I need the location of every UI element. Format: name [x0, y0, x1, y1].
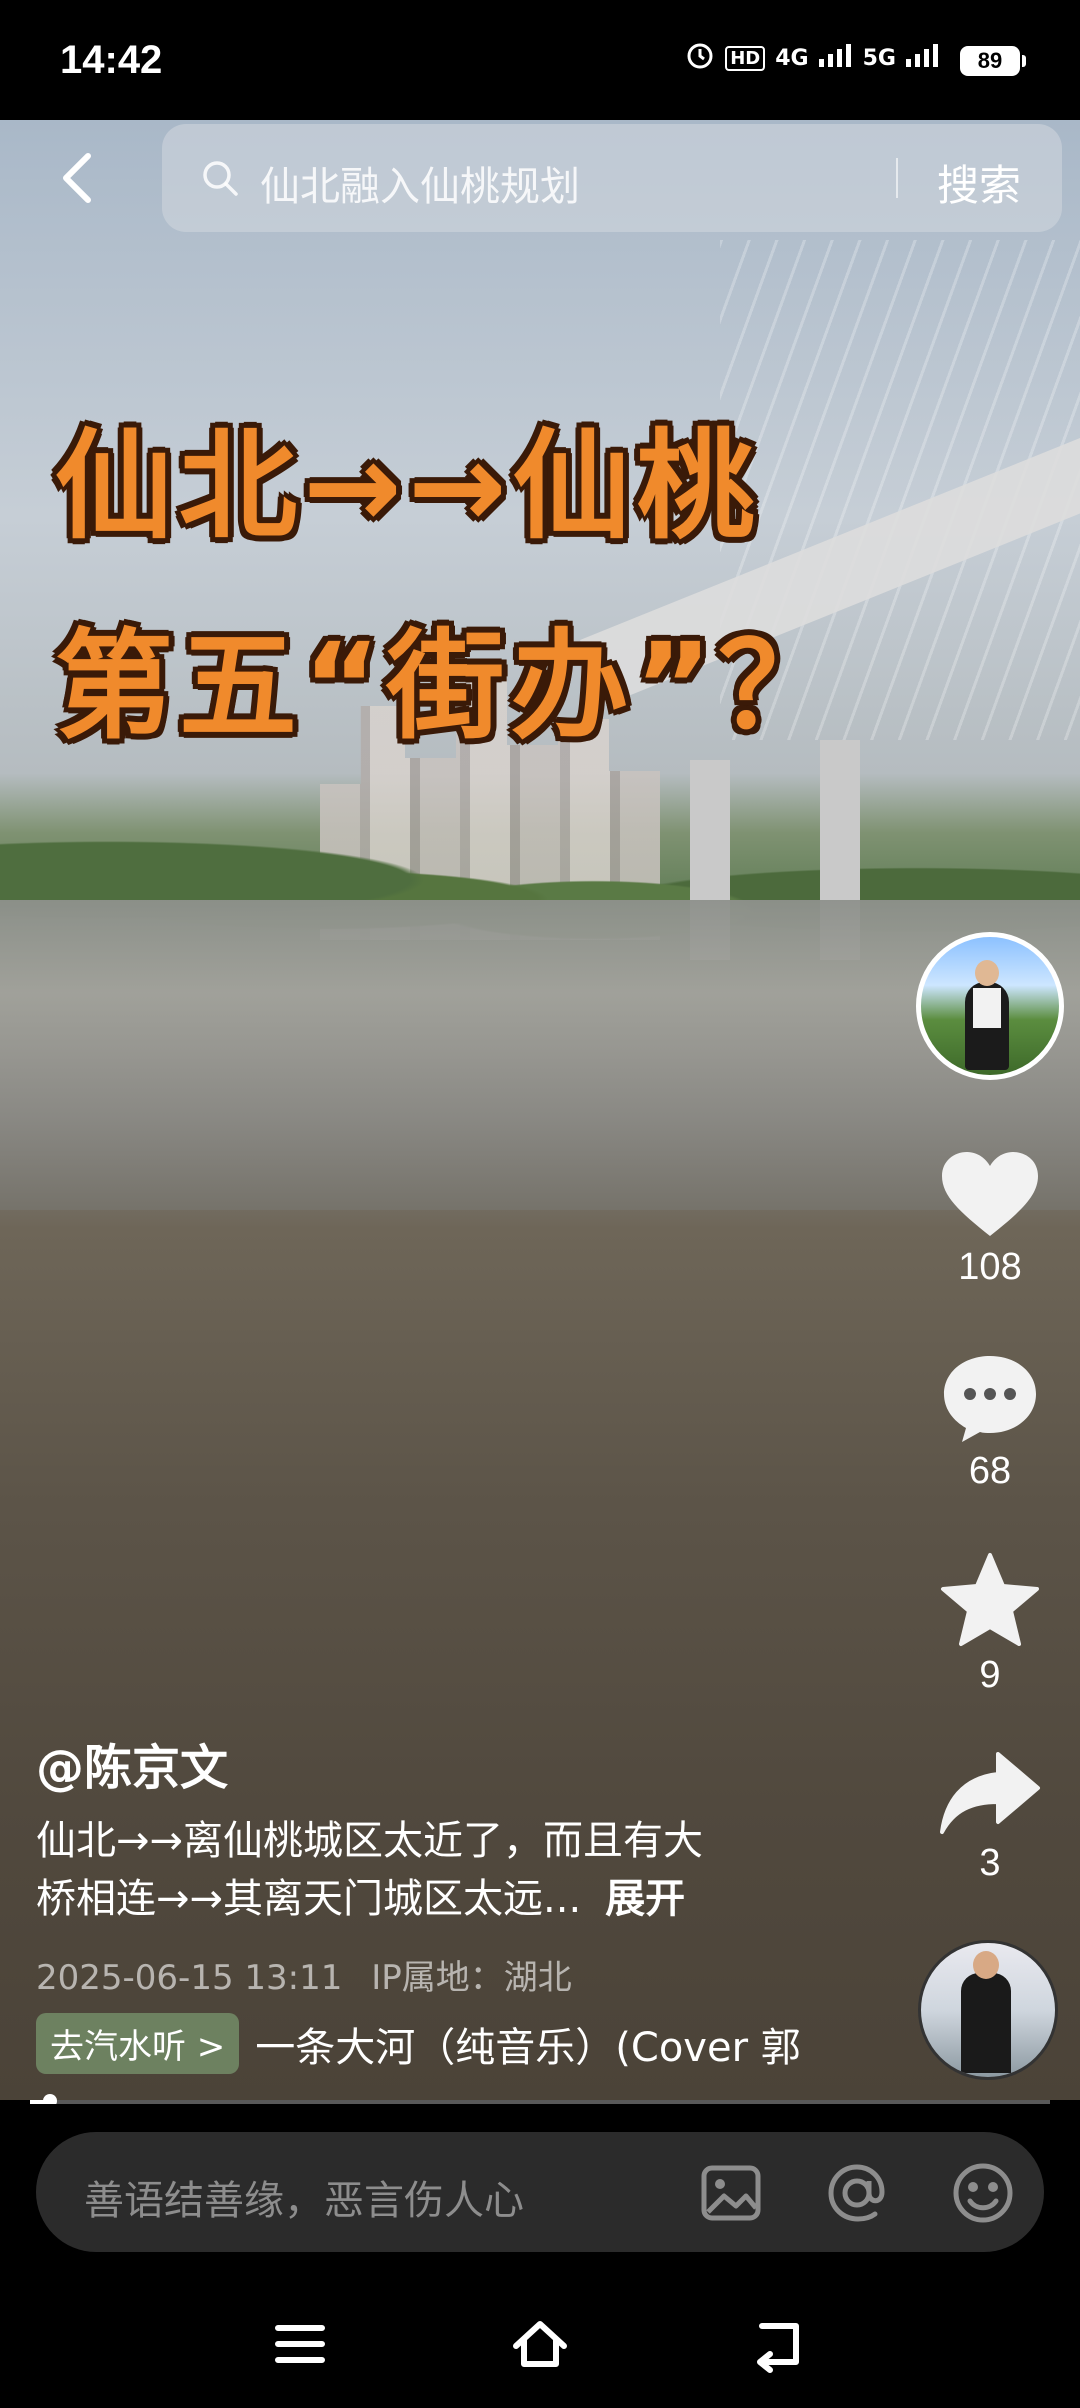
- music-avatar-person: [961, 1951, 1011, 2073]
- heart-icon: [942, 1152, 1038, 1236]
- favorite-count: 9: [979, 1654, 1001, 1696]
- search-divider: [896, 158, 898, 198]
- post-meta: 2025-06-15 13:11 IP属地：湖北: [36, 1950, 572, 1999]
- 5g-bars-icon: [906, 43, 940, 73]
- music-disc-avatar[interactable]: [918, 1940, 1058, 2080]
- bottom-area: 善语结善缘，恶言伤人心: [0, 2104, 1080, 2408]
- share-arrow-icon: [940, 1752, 1040, 1834]
- comment-input-bar[interactable]: 善语结善缘，恶言伤人心: [36, 2132, 1044, 2252]
- comment-input[interactable]: 善语结善缘，恶言伤人心: [84, 2168, 524, 2226]
- status-time: 14:42: [60, 38, 163, 82]
- music-title[interactable]: 一条大河（纯音乐）(Cover 郭: [255, 2015, 800, 2073]
- comment-button[interactable]: 68: [910, 1352, 1070, 1493]
- search-input[interactable]: 仙北融入仙桃规划: [260, 154, 580, 212]
- comment-icon: [944, 1356, 1036, 1442]
- avatar-person: [965, 960, 1009, 1070]
- mention-icon[interactable]: [822, 2158, 892, 2228]
- star-icon: [941, 1553, 1039, 1646]
- status-bar: 14:42 HD 4G 5G 89: [0, 0, 1080, 120]
- back-nav-icon[interactable]: [750, 2314, 810, 2374]
- video-caption-line2: 第五“街办”？: [55, 617, 843, 755]
- search-button[interactable]: 搜索: [937, 152, 1021, 213]
- post-timestamp: 2025-06-15 13:11: [36, 1958, 343, 1998]
- emoji-icon[interactable]: [948, 2158, 1018, 2228]
- description-line: 仙北→→离仙桃城区太近了，而且有大: [36, 1818, 704, 1864]
- hd-icon: HD: [725, 45, 766, 71]
- share-count: 3: [979, 1842, 1001, 1884]
- battery-icon: 89: [960, 46, 1026, 76]
- 4g-bars-icon: [818, 43, 853, 73]
- ip-location: IP属地：湖北: [371, 1958, 572, 1998]
- music-row[interactable]: 去汽水听 > 一条大河（纯音乐）(Cover 郭: [36, 2013, 801, 2074]
- home-nav-icon[interactable]: [510, 2314, 570, 2374]
- 4g-signal-icon: 4G: [775, 45, 809, 71]
- author-name[interactable]: @陈京文: [36, 1728, 228, 1798]
- comment-count: 68: [968, 1450, 1012, 1492]
- music-app-tag[interactable]: 去汽水听 >: [36, 2013, 240, 2074]
- status-icons: HD 4G 5G: [685, 40, 940, 76]
- search-bar[interactable]: 仙北融入仙桃规划 搜索: [162, 124, 1062, 232]
- share-button[interactable]: 3: [910, 1750, 1070, 1885]
- back-arrow-icon: [63, 153, 91, 203]
- video-caption-line1: 仙北→→仙桃: [55, 417, 761, 555]
- favorite-button[interactable]: 9: [910, 1552, 1070, 1697]
- 5g-signal-icon: 5G: [862, 45, 896, 71]
- image-icon[interactable]: [696, 2158, 766, 2228]
- author-avatar[interactable]: [916, 932, 1064, 1080]
- like-count: 108: [958, 1246, 1022, 1288]
- expand-button[interactable]: 展开: [605, 1876, 685, 1922]
- back-button[interactable]: [50, 148, 110, 208]
- top-bar: 仙北融入仙桃规划 搜索: [0, 120, 1080, 240]
- alarm-icon: [685, 40, 715, 76]
- post-description[interactable]: 仙北→→离仙桃城区太近了，而且有大 桥相连→→其离天门城区太远... 展开: [36, 1812, 856, 1928]
- description-line: 桥相连→→其离天门城区太远...: [36, 1876, 582, 1922]
- menu-nav-icon[interactable]: [270, 2314, 330, 2374]
- like-button[interactable]: 108: [910, 1150, 1070, 1289]
- search-icon: [203, 161, 238, 196]
